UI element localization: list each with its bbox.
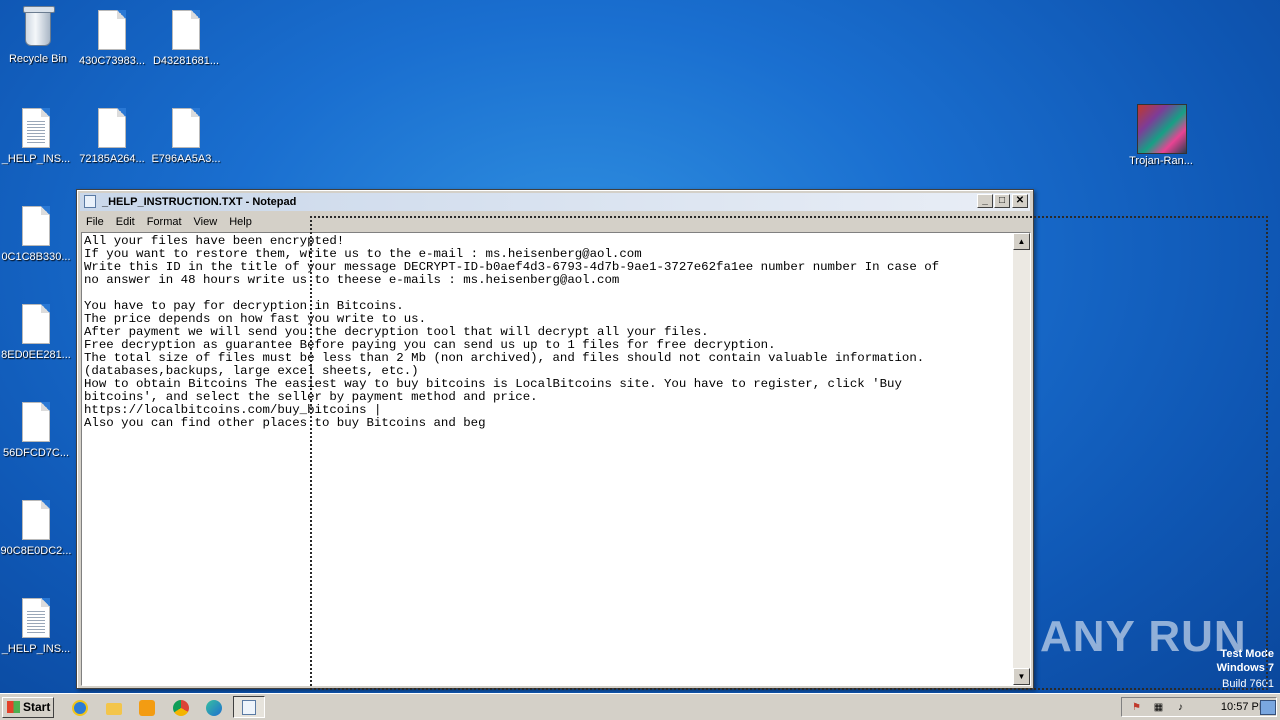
menu-bar: File Edit Format View Help: [80, 213, 1030, 230]
text-file-icon: [22, 108, 50, 148]
vertical-scrollbar[interactable]: ▲ ▼: [1013, 233, 1030, 685]
network-icon[interactable]: ▦: [1152, 701, 1165, 714]
test-mode-label: Test Mode: [1220, 648, 1274, 660]
desktop-icon-label: 56DFCD7C...: [2, 447, 70, 459]
desktop-icon-label: 72185A264...: [79, 153, 145, 165]
recycle-bin-icon: [23, 6, 55, 46]
desktop-icon-label: _HELP_INS...: [1, 153, 71, 165]
system-tray: ⚑ ▦ ♪ 10:57 PM: [1121, 697, 1277, 717]
chrome-icon[interactable]: [171, 698, 191, 717]
show-desktop-icon[interactable]: [1260, 700, 1276, 715]
desktop-icon-file[interactable]: 56DFCD7C...: [0, 402, 74, 459]
desktop-icon-file[interactable]: 72185A264...: [74, 108, 150, 165]
media-player-icon[interactable]: [137, 698, 157, 717]
edge-icon[interactable]: [204, 698, 224, 717]
notepad-window[interactable]: _HELP_INSTRUCTION.TXT - Notepad _ □ ✕ Fi…: [76, 189, 1034, 689]
start-label: Start: [23, 700, 51, 714]
minimize-button[interactable]: _: [977, 194, 993, 208]
close-button[interactable]: ✕: [1012, 194, 1028, 208]
menu-help[interactable]: Help: [223, 213, 258, 230]
desktop-icon-label: 8ED0EE281...: [1, 349, 71, 361]
windows-version-label: Windows 7: [1216, 662, 1274, 674]
desktop-icon-image[interactable]: Trojan-Ran...: [1123, 104, 1199, 167]
desktop-icon-file[interactable]: D43281681...: [148, 10, 224, 67]
file-icon: [172, 10, 200, 50]
desktop-icon-file[interactable]: 90C8E0DC2...: [0, 500, 74, 557]
notepad-icon: [242, 700, 256, 715]
desktop-icon-label: 90C8E0DC2...: [0, 545, 72, 557]
taskbar-notepad-button[interactable]: [233, 696, 265, 718]
text-file-icon: [22, 598, 50, 638]
menu-file[interactable]: File: [80, 213, 110, 230]
window-title: _HELP_INSTRUCTION.TXT - Notepad: [102, 196, 297, 208]
desktop-icon-recycle-bin[interactable]: Recycle Bin: [0, 6, 76, 65]
windows-logo-icon: [7, 701, 20, 713]
menu-edit[interactable]: Edit: [110, 213, 141, 230]
desktop-icon-label: _HELP_INS...: [1, 643, 71, 655]
file-icon: [98, 10, 126, 50]
build-label: Build 7601: [1222, 678, 1274, 690]
file-icon: [98, 108, 126, 148]
desktop-icon-file[interactable]: 430C73983...: [74, 10, 150, 67]
security-alert-icon[interactable]: ⚑: [1130, 701, 1143, 714]
text-editor[interactable]: All your files have been encrypted! If y…: [81, 232, 1031, 686]
internet-explorer-icon[interactable]: [70, 698, 90, 717]
menu-view[interactable]: View: [188, 213, 224, 230]
image-thumbnail-icon: [1137, 104, 1187, 154]
menu-format[interactable]: Format: [141, 213, 188, 230]
file-icon: [22, 304, 50, 344]
file-icon: [172, 108, 200, 148]
volume-icon[interactable]: ♪: [1174, 701, 1187, 714]
desktop-icon-file[interactable]: 0C1C8B330...: [0, 206, 74, 263]
file-icon: [22, 402, 50, 442]
desktop-icon-label: Recycle Bin: [8, 53, 68, 65]
desktop-icon-file[interactable]: E796AA5A3...: [148, 108, 224, 165]
maximize-button[interactable]: □: [994, 194, 1010, 208]
file-explorer-icon[interactable]: [104, 698, 124, 717]
scroll-down-arrow-icon[interactable]: ▼: [1013, 668, 1030, 685]
title-bar[interactable]: _HELP_INSTRUCTION.TXT - Notepad _ □ ✕: [80, 193, 1030, 211]
taskbar: Start ⚑ ▦ ♪ 10:57 PM: [0, 693, 1280, 720]
desktop-icon-label: D43281681...: [152, 55, 220, 67]
anyrun-watermark: ANY RUN: [1040, 612, 1247, 661]
desktop-icon-label: E796AA5A3...: [151, 153, 221, 165]
desktop-icon-label: 430C73983...: [78, 55, 146, 67]
notepad-app-icon: [84, 195, 96, 208]
scroll-up-arrow-icon[interactable]: ▲: [1013, 233, 1030, 250]
desktop-icon-label: 0C1C8B330...: [1, 251, 71, 263]
file-icon: [22, 500, 50, 540]
desktop-icon-file[interactable]: 8ED0EE281...: [0, 304, 74, 361]
desktop-icon-text-file[interactable]: _HELP_INS...: [0, 598, 74, 655]
desktop-icon-text-file[interactable]: _HELP_INS...: [0, 108, 74, 165]
document-text[interactable]: All your files have been encrypted! If y…: [84, 235, 1012, 430]
start-button[interactable]: Start: [2, 697, 54, 718]
desktop-icon-label: Trojan-Ran...: [1129, 155, 1193, 167]
file-icon: [22, 206, 50, 246]
